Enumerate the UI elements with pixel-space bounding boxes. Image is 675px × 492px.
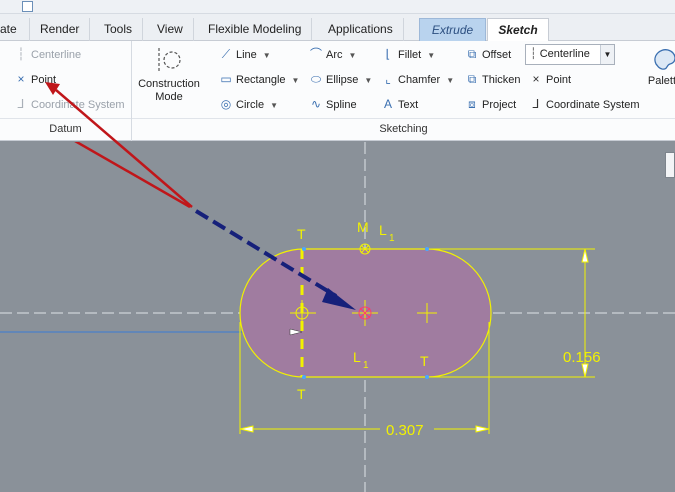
tab-extrude[interactable]: Extrude (419, 18, 486, 41)
constraint-tangent-label: T (297, 226, 306, 242)
datum-coordinate-system-button[interactable]: ⅃ Coordinate System (14, 94, 125, 114)
ribbon-panel: ┆ Centerline × Point ⅃ Coordinate System Da… (0, 41, 675, 141)
constraint-equal-length-index: 1 (363, 360, 369, 371)
construction-mode-icon (158, 48, 181, 72)
offset-button[interactable]: ⧉ Offset (465, 44, 511, 64)
ellipse-button[interactable]: ⬭ Ellipse ▼ (309, 69, 372, 89)
line-button[interactable]: ⟋ Line ▼ (219, 44, 271, 64)
constraint-equal-length-label: L (379, 222, 387, 238)
centerline-select[interactable]: ┆ Centerline ▼ (525, 44, 615, 65)
chevron-down-icon[interactable]: ▼ (292, 76, 300, 85)
dimension-width-value[interactable]: 0.307 (386, 422, 424, 439)
tab-update[interactable]: ate (0, 18, 30, 41)
thicken-button[interactable]: ⧉ Thicken (465, 69, 521, 89)
centerline-icon: ┆ (17, 47, 25, 61)
graphics-canvas[interactable]: T T T M L 1 L 1 0.156 0.307 (0, 142, 675, 492)
chevron-down-icon[interactable]: ▼ (263, 51, 271, 60)
chevron-down-icon[interactable]: ▼ (364, 76, 372, 85)
constraint-tangent-label: T (420, 353, 429, 369)
construction-mode-button[interactable]: Construction Mode (136, 46, 202, 104)
datum-centerline-button[interactable]: ┆ Centerline (14, 44, 81, 64)
centerline-icon: ┆ (530, 48, 537, 60)
tab-applications[interactable]: Applications (318, 18, 404, 41)
spline-button[interactable]: ∿ Spline (309, 94, 357, 114)
datum-point-button[interactable]: × Point (14, 69, 56, 89)
chamfer-button[interactable]: ⌞ Chamfer ▼ (381, 69, 454, 89)
datum-group-label: Datum (0, 118, 131, 138)
spline-icon: ∿ (310, 97, 322, 111)
constraint-tangent-label: T (297, 386, 306, 402)
fillet-button[interactable]: ⌊ Fillet ▼ (381, 44, 436, 64)
point-button[interactable]: × Point (529, 69, 571, 89)
dimension-height-value[interactable]: 0.156 (563, 349, 601, 366)
circle-icon: ◎ (220, 97, 232, 111)
circle-button[interactable]: ◎ Circle ▼ (219, 94, 278, 114)
tab-tools[interactable]: Tools (94, 18, 144, 41)
chevron-down-icon[interactable]: ▼ (600, 45, 614, 64)
palette-icon (654, 49, 675, 70)
chevron-down-icon[interactable]: ▼ (446, 76, 454, 85)
offset-icon: ⧉ (467, 47, 477, 61)
coordinate-system-icon: ⅃ (17, 97, 25, 111)
constraint-equal-length-label: L (353, 349, 361, 365)
tab-render[interactable]: Render (30, 18, 91, 41)
constraint-equal-length-index: 1 (389, 233, 395, 244)
side-panel-toggle[interactable] (665, 152, 675, 178)
text-button[interactable]: A Text (381, 94, 418, 114)
fillet-icon: ⌊ (385, 47, 391, 61)
quick-access-toolbar (0, 0, 675, 14)
sketching-group-label: Sketching (132, 118, 675, 138)
thicken-icon: ⧉ (467, 72, 477, 86)
line-icon: ⟋ (221, 47, 231, 61)
project-icon: ⧈ (468, 97, 476, 111)
constraint-midpoint-label: M (357, 219, 369, 235)
palette-button[interactable]: Palette (645, 46, 675, 87)
coordinate-system-icon: ⅃ (532, 97, 540, 111)
tab-sketch[interactable]: Sketch (487, 18, 549, 42)
rectangle-icon: ▭ (220, 72, 232, 86)
ribbon-tabs: ate Render Tools View Flexible Modeling … (0, 14, 675, 42)
project-button[interactable]: ⧈ Project (465, 94, 516, 114)
document-icon[interactable] (22, 1, 33, 12)
arc-icon: ⌒ (309, 47, 322, 61)
chevron-down-icon[interactable]: ▼ (349, 51, 357, 60)
tab-view[interactable]: View (147, 18, 194, 41)
text-icon: A (383, 97, 392, 111)
point-icon: × (17, 72, 25, 86)
chevron-down-icon[interactable]: ▼ (270, 101, 278, 110)
chevron-down-icon[interactable]: ▼ (427, 51, 435, 60)
sketch-drawing[interactable]: T T T M L 1 L 1 0.156 0.307 (0, 142, 675, 492)
coordinate-system-button[interactable]: ⅃ Coordinate System (529, 94, 640, 114)
arc-button[interactable]: ⌒ Arc ▼ (309, 44, 356, 64)
annotation-arrow-red (74, 142, 191, 209)
chamfer-icon: ⌞ (385, 72, 391, 86)
rectangle-button[interactable]: ▭ Rectangle ▼ (219, 69, 299, 89)
ellipse-icon: ⬭ (310, 72, 322, 86)
point-icon: × (532, 72, 540, 86)
tab-flexible-modeling[interactable]: Flexible Modeling (198, 18, 313, 41)
